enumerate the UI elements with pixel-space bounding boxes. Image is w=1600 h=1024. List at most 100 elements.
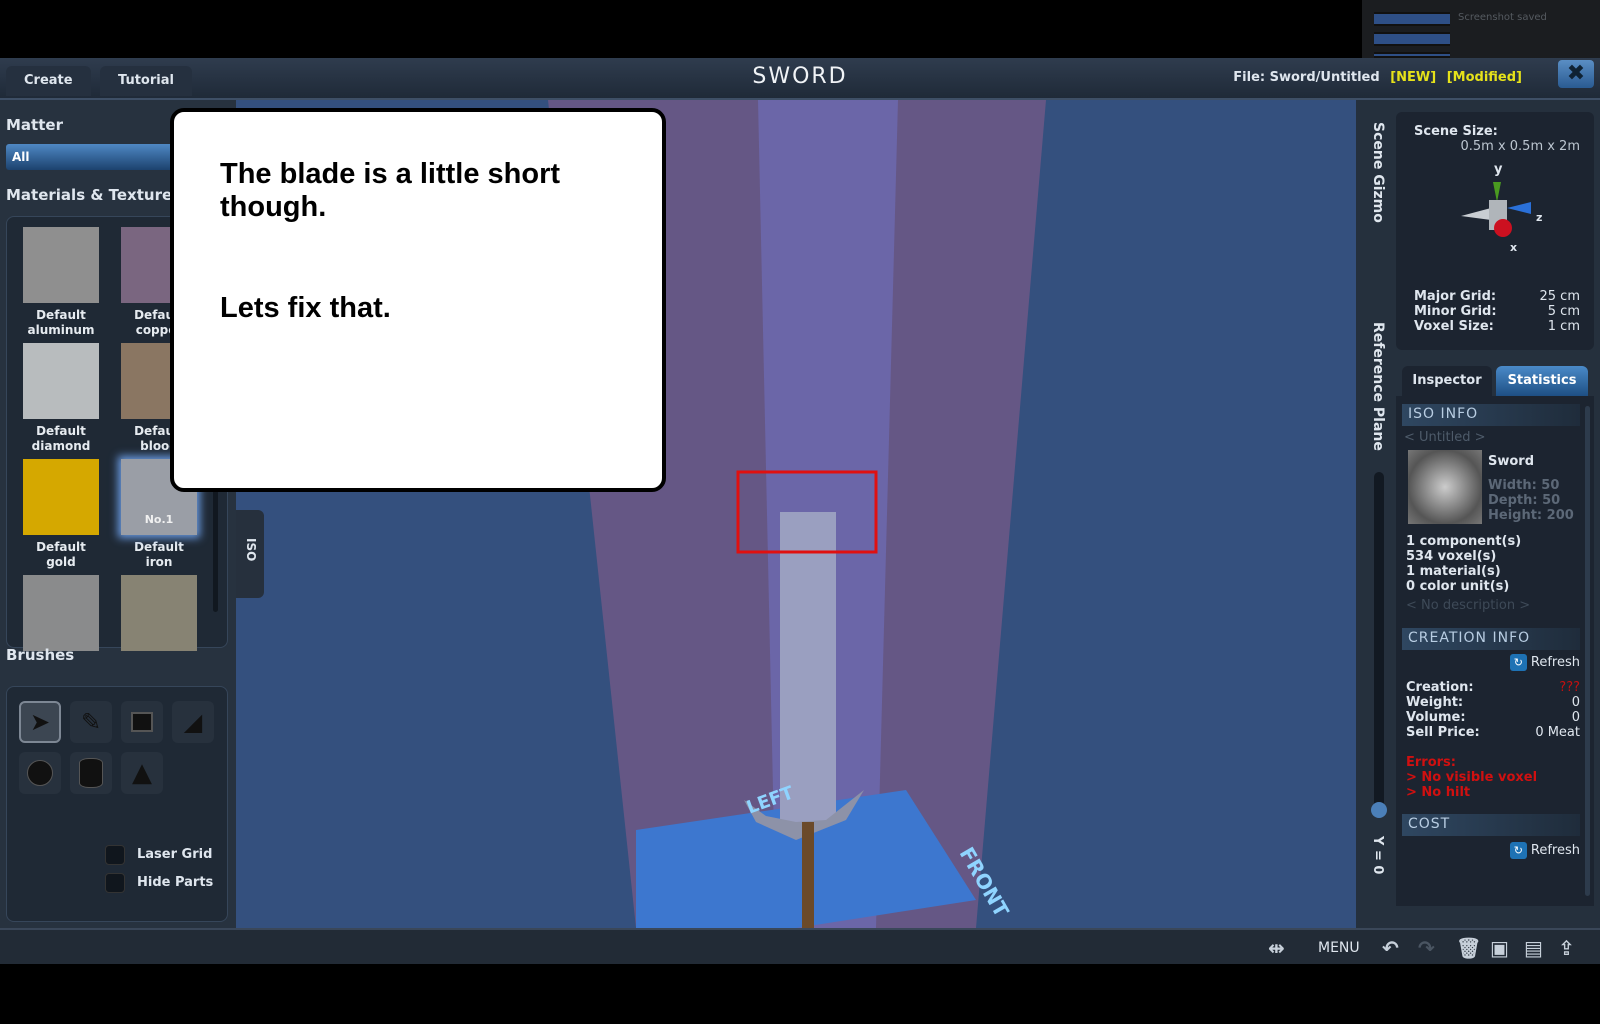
errors-label: Errors: xyxy=(1406,755,1456,770)
trash-icon[interactable]: 🗑 xyxy=(1456,936,1481,960)
save-icon[interactable]: ▣ xyxy=(1490,936,1509,960)
cube-icon xyxy=(131,712,153,732)
notification-thumbnail xyxy=(1374,32,1450,46)
wedge-brush[interactable]: ◢ xyxy=(172,701,214,743)
pencil-brush[interactable]: ✎ xyxy=(70,701,112,743)
modified-badge: [Modified] xyxy=(1446,70,1522,85)
sword-handle xyxy=(802,822,814,928)
callout-line: though. xyxy=(220,191,327,223)
material-item[interactable] xyxy=(121,575,197,656)
menu-button[interactable]: MENU xyxy=(1318,940,1360,956)
tab-inspector[interactable]: Inspector xyxy=(1402,366,1492,396)
material-item[interactable]: Default aluminum xyxy=(23,227,99,338)
callout-line: Lets fix that. xyxy=(220,292,391,324)
major-grid-label: Major Grid: xyxy=(1414,289,1497,304)
cost-refresh-button[interactable]: ↻ Refresh xyxy=(1509,842,1580,859)
laser-grid-label: Laser Grid xyxy=(137,847,213,862)
iso-title: < Untitled > xyxy=(1404,430,1486,445)
scene-size-label: Scene Size: xyxy=(1414,124,1498,139)
iso-depth: Depth: 50 xyxy=(1488,493,1561,508)
voxel-count: 534 voxel(s) xyxy=(1406,549,1497,564)
voxel-size-label: Voxel Size: xyxy=(1414,319,1494,334)
cone-brush[interactable]: ▲ xyxy=(121,752,163,794)
statistics-scrollbar[interactable] xyxy=(1585,406,1590,896)
material-swatch xyxy=(121,575,197,651)
material-item[interactable]: Default diamond xyxy=(23,343,99,454)
undo-icon[interactable]: ↶ xyxy=(1382,936,1399,960)
iso-tab[interactable]: ISO xyxy=(236,510,264,598)
select-brush[interactable]: ➤ xyxy=(19,701,61,743)
materials-label: Materials & Textures xyxy=(6,186,182,204)
material-swatch xyxy=(23,459,99,535)
mirror-icon[interactable]: ⇹ xyxy=(1268,936,1285,960)
header-bar: Create Tutorial SWORD File: Sword/Untitl… xyxy=(0,58,1600,100)
file-info: File: Sword/Untitled [NEW] [Modified] xyxy=(1233,70,1522,85)
hide-parts-label: Hide Parts xyxy=(137,875,214,890)
material-name: diamond xyxy=(31,439,91,453)
material-swatch xyxy=(23,227,99,303)
error-item: > No visible voxel xyxy=(1406,770,1538,785)
color-unit-count: 0 color unit(s) xyxy=(1406,579,1510,594)
iso-info-header: ISO INFO xyxy=(1402,404,1580,426)
tab-create[interactable]: Create xyxy=(6,66,91,96)
notification-text: Screenshot saved xyxy=(1458,12,1547,23)
file-label: File: xyxy=(1233,70,1266,85)
scene-gizmo-tab[interactable]: Scene Gizmo xyxy=(1370,122,1386,223)
tutorial-callout: The blade is a little short though. Lets… xyxy=(170,108,666,492)
material-item[interactable]: Default gold xyxy=(23,459,99,570)
redo-icon[interactable]: ↷ xyxy=(1418,936,1435,960)
material-swatch xyxy=(23,343,99,419)
creation-info-header: CREATION INFO xyxy=(1402,628,1580,650)
cube-brush[interactable] xyxy=(121,701,163,743)
right-sidebar: Scene Gizmo Reference Plane Y = 0 Scene … xyxy=(1356,100,1600,928)
close-button[interactable]: ✖ xyxy=(1558,60,1594,88)
iso-name: Sword xyxy=(1488,454,1535,469)
arrow-icon: ➤ xyxy=(29,708,51,736)
z-axis-label: z xyxy=(1536,211,1543,224)
material-item[interactable] xyxy=(23,575,99,656)
laser-grid-checkbox[interactable] xyxy=(105,845,125,865)
sell-price-value: 0 Meat xyxy=(1535,725,1580,740)
save-as-icon[interactable]: ▤ xyxy=(1524,936,1543,960)
callout-line: The blade is a little short xyxy=(220,158,561,190)
slider-handle[interactable] xyxy=(1371,802,1387,818)
pencil-icon: ✎ xyxy=(80,708,102,736)
minor-grid-value: 5 cm xyxy=(1547,304,1580,319)
cost-header: COST xyxy=(1402,814,1580,836)
cylinder-brush[interactable] xyxy=(70,752,112,794)
sword-blade xyxy=(780,512,836,822)
brushes-panel: ➤ ✎ ◢ ▲ Laser Grid Hide Parts xyxy=(6,686,228,922)
minor-grid-label: Minor Grid: xyxy=(1414,304,1497,319)
material-slot-badge: No.1 xyxy=(144,513,174,526)
cone-icon: ▲ xyxy=(132,758,152,788)
hide-parts-checkbox[interactable] xyxy=(105,873,125,893)
export-icon[interactable]: ⇪ xyxy=(1558,936,1575,960)
matter-label: Matter xyxy=(6,116,63,134)
tab-statistics[interactable]: Statistics xyxy=(1496,366,1588,396)
new-badge: [NEW] xyxy=(1390,70,1437,85)
reference-plane-slider[interactable] xyxy=(1371,472,1387,818)
app-title: SWORD xyxy=(752,64,848,89)
scene-size-value: 0.5m x 0.5m x 2m xyxy=(1460,139,1580,154)
weight-label: Weight: xyxy=(1406,695,1464,710)
refresh-label: Refresh xyxy=(1530,843,1580,858)
matter-dropdown[interactable]: All xyxy=(6,144,196,170)
tab-tutorial[interactable]: Tutorial xyxy=(100,66,192,96)
x-axis-label: x xyxy=(1510,241,1518,254)
material-count: 1 material(s) xyxy=(1406,564,1501,579)
voxel-size-value: 1 cm xyxy=(1547,319,1580,334)
creation-refresh-button[interactable]: ↻ Refresh xyxy=(1509,654,1580,671)
material-name: Default xyxy=(36,308,86,322)
file-name: Sword/Untitled xyxy=(1269,70,1380,85)
refresh-icon: ↻ xyxy=(1509,842,1527,859)
notification-panel: Screenshot saved xyxy=(1362,0,1600,58)
creation-label: Creation: xyxy=(1406,680,1474,695)
iso-height: Height: 200 xyxy=(1488,508,1574,523)
brushes-label: Brushes xyxy=(6,646,75,664)
sphere-icon xyxy=(27,760,53,786)
statistics-panel: ISO INFO < Untitled > Sword Width: 50 De… xyxy=(1396,396,1594,906)
refresh-label: Refresh xyxy=(1530,655,1580,670)
sphere-brush[interactable] xyxy=(19,752,61,794)
material-name: Default iron xyxy=(134,540,184,569)
reference-plane-tab[interactable]: Reference Plane xyxy=(1370,322,1386,451)
